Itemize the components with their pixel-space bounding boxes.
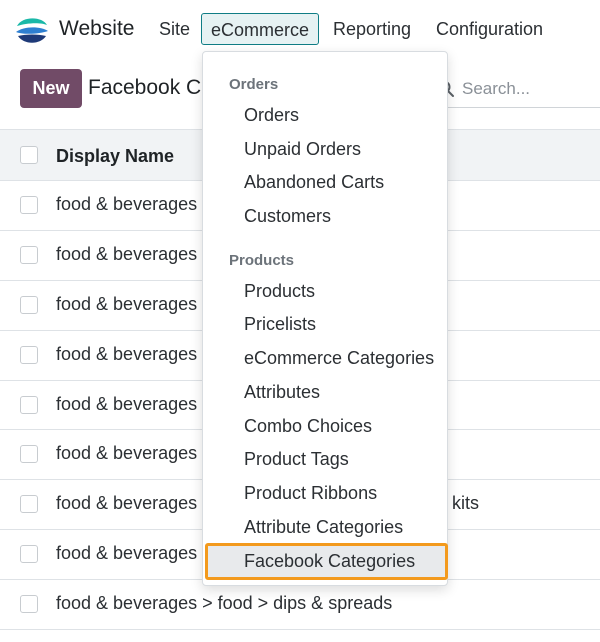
table-row[interactable]: food & beverages > food > dips & spreads — [0, 580, 600, 631]
new-button[interactable]: New — [20, 69, 82, 108]
row-checkbox[interactable] — [20, 395, 38, 414]
row-display-name: food & beverages > food > dips & spreads — [56, 593, 393, 614]
website-app-logo-icon[interactable] — [14, 12, 50, 48]
menu-item-product-ribbons[interactable]: Product Ribbons — [244, 483, 377, 504]
menu-configuration[interactable]: Configuration — [426, 13, 553, 45]
top-navbar: Website Site eCommerce Reporting Configu… — [0, 0, 600, 58]
row-display-name: food & beverages — [56, 343, 198, 364]
ecommerce-dropdown-menu: Orders Orders Unpaid Orders Abandoned Ca… — [202, 51, 448, 586]
menu-item-product-tags[interactable]: Product Tags — [244, 449, 349, 470]
section-header-orders: Orders — [229, 76, 279, 93]
row-checkbox[interactable] — [20, 345, 38, 364]
menu-ecommerce[interactable]: eCommerce — [201, 13, 319, 45]
menu-item-orders[interactable]: Orders — [244, 105, 299, 126]
menu-item-unpaid-orders[interactable]: Unpaid Orders — [244, 139, 361, 160]
row-display-name: food & beverages — [56, 243, 198, 264]
menu-item-products[interactable]: Products — [244, 281, 315, 302]
menu-item-attributes[interactable]: Attributes — [244, 382, 320, 403]
app-name[interactable]: Website — [59, 17, 134, 41]
row-checkbox[interactable] — [20, 545, 38, 564]
row-checkbox[interactable] — [20, 445, 38, 464]
row-checkbox[interactable] — [20, 295, 38, 314]
menu-item-combo-choices[interactable]: Combo Choices — [244, 416, 372, 437]
row-display-name: food & beverages — [56, 443, 198, 464]
menu-item-abandoned-carts[interactable]: Abandoned Carts — [244, 172, 384, 193]
row-display-name: food & beverages — [56, 293, 198, 314]
row-checkbox[interactable] — [20, 196, 38, 214]
column-header-display-name[interactable]: Display Name — [56, 146, 174, 167]
select-all-checkbox[interactable] — [20, 146, 38, 164]
section-header-products: Products — [229, 252, 295, 269]
breadcrumb: Facebook Ca — [88, 76, 213, 99]
row-display-name: food & beverages — [56, 194, 198, 214]
row-checkbox[interactable] — [20, 595, 38, 614]
row-display-name: food & beverages — [56, 543, 198, 564]
menu-reporting[interactable]: Reporting — [323, 13, 421, 45]
menu-item-customers[interactable]: Customers — [244, 206, 331, 227]
menu-item-pricelists[interactable]: Pricelists — [244, 314, 316, 335]
search-input[interactable] — [462, 76, 592, 102]
row-checkbox[interactable] — [20, 245, 38, 264]
row-display-name: food & beverages — [56, 393, 198, 414]
menu-item-facebook-categories[interactable]: Facebook Categories — [244, 551, 415, 572]
menu-item-ecommerce-categories[interactable]: eCommerce Categories — [244, 348, 434, 369]
row-checkbox[interactable] — [20, 495, 38, 514]
row-display-name-trailing: kits — [452, 493, 479, 514]
menu-item-attribute-categories[interactable]: Attribute Categories — [244, 517, 403, 538]
row-display-name: food & beverages — [56, 493, 198, 514]
menu-site[interactable]: Site — [149, 13, 200, 45]
